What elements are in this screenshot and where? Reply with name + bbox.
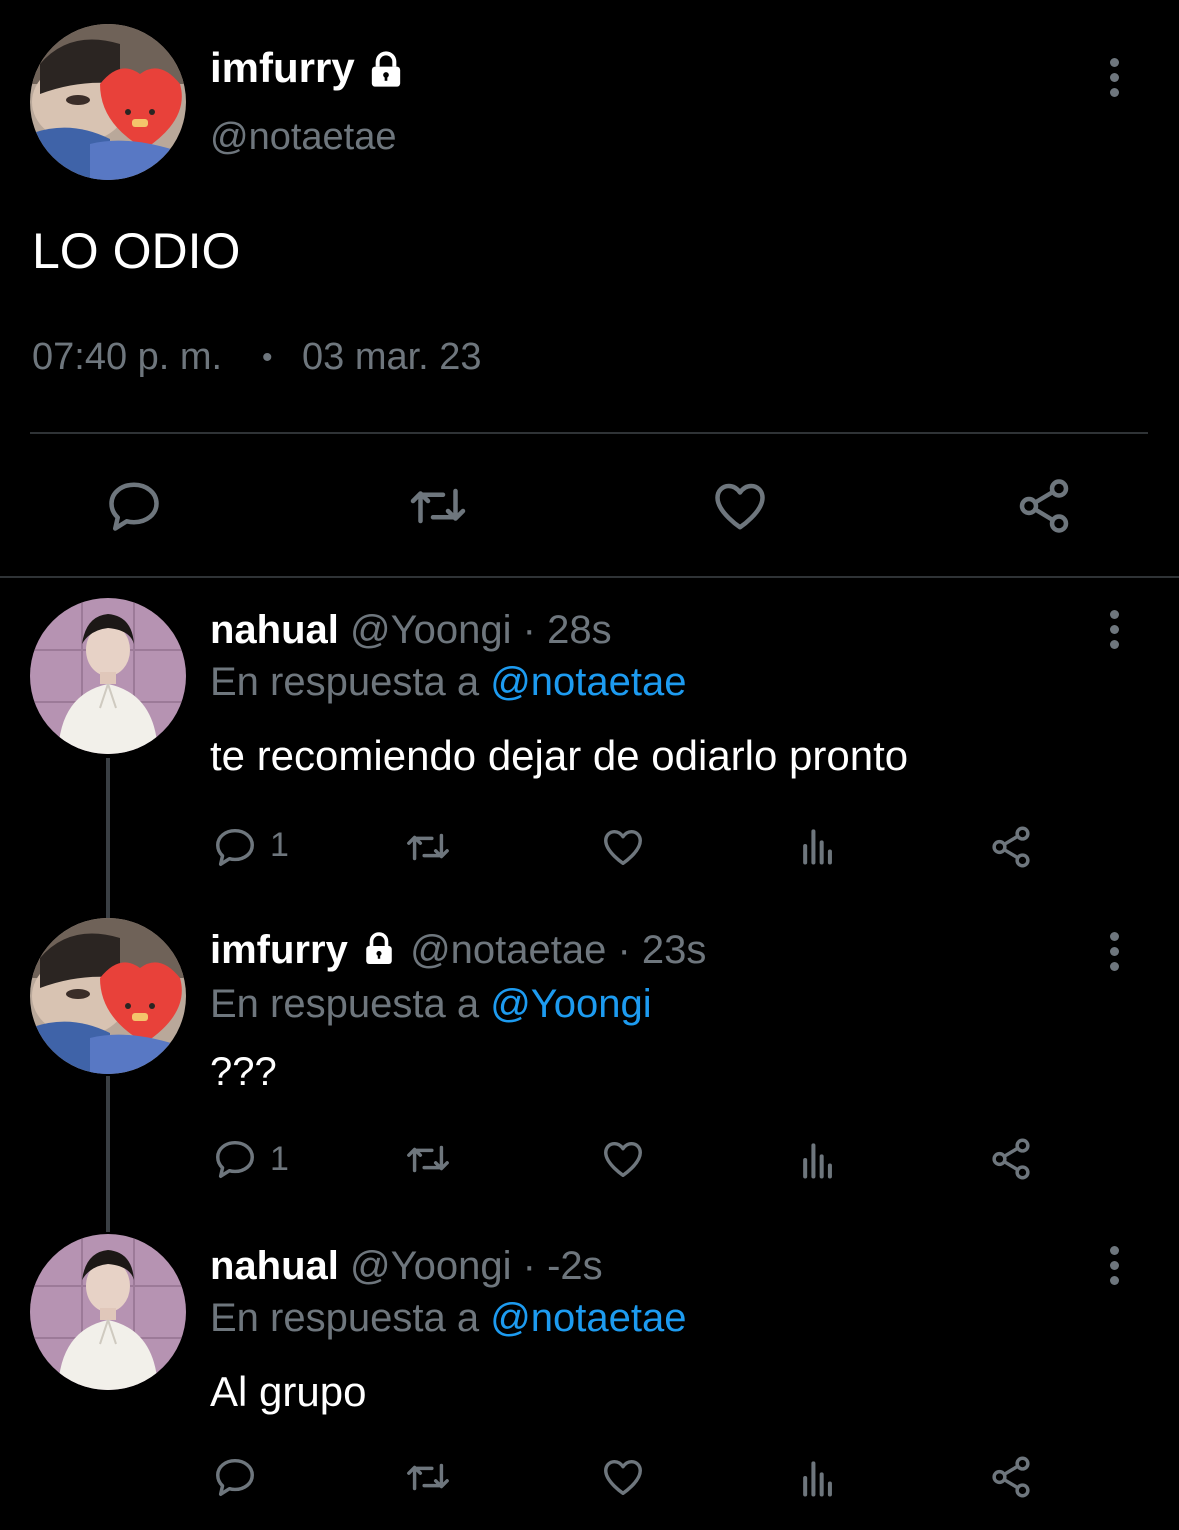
reply-to-label: En respuesta a [210, 1296, 480, 1340]
tweet-text: te recomiendo dejar de odiarlo pronto [210, 732, 909, 779]
reply-icon[interactable] [212, 1454, 258, 1500]
avatar[interactable] [30, 918, 186, 1074]
tweet-time: · 23s [617, 928, 707, 972]
analytics-icon[interactable] [796, 824, 840, 868]
reply-to-link[interactable]: @notaetae [490, 1296, 686, 1340]
like-icon[interactable] [600, 1454, 646, 1500]
author-handle[interactable]: @notaetae [210, 116, 397, 159]
thread-line [106, 1076, 110, 1232]
reply-icon[interactable] [212, 1136, 258, 1182]
more-options-icon[interactable] [1110, 1246, 1120, 1291]
share-icon[interactable] [1014, 476, 1074, 536]
tweet-text: ??? [210, 1050, 277, 1094]
like-icon[interactable] [600, 1136, 646, 1182]
analytics-icon[interactable] [796, 1138, 840, 1182]
tweet-time: · 28s [522, 608, 612, 652]
tweet-text: Al grupo [210, 1368, 367, 1415]
tweet-date: 03 mar. 23 [302, 336, 482, 378]
reply-icon[interactable] [104, 476, 164, 536]
reply-to-label: En respuesta a [210, 660, 480, 704]
retweet-icon[interactable] [404, 1136, 452, 1182]
divider [0, 576, 1179, 578]
retweet-icon[interactable] [404, 1454, 452, 1500]
reply-to-label: En respuesta a [210, 982, 480, 1026]
author-handle[interactable]: @Yoongi [350, 1244, 511, 1288]
lock-icon [364, 50, 408, 90]
like-icon[interactable] [600, 824, 646, 870]
lock-icon [359, 931, 399, 967]
time-separator: • [262, 341, 273, 374]
reply-to-link[interactable]: @Yoongi [490, 982, 651, 1026]
tweet-time: 07:40 p. m. [32, 336, 223, 378]
reply-icon[interactable] [212, 824, 258, 870]
reply-count: 1 [270, 826, 289, 864]
author-display-name[interactable]: nahual [210, 608, 339, 652]
share-icon[interactable] [988, 824, 1034, 870]
reply-count: 1 [270, 1140, 289, 1178]
author-handle[interactable]: @Yoongi [350, 608, 511, 652]
share-icon[interactable] [988, 1454, 1034, 1500]
divider [30, 432, 1148, 434]
analytics-icon[interactable] [796, 1456, 840, 1500]
author-display-name[interactable]: nahual [210, 1244, 339, 1288]
avatar[interactable] [30, 598, 186, 754]
avatar[interactable] [30, 24, 186, 180]
more-options-icon[interactable] [1110, 610, 1120, 655]
share-icon[interactable] [988, 1136, 1034, 1182]
tweet-time: · -2s [522, 1244, 603, 1288]
retweet-icon[interactable] [408, 476, 468, 536]
author-handle[interactable]: @notaetae [410, 928, 606, 972]
more-options-icon[interactable] [1110, 932, 1120, 977]
like-icon[interactable] [710, 476, 770, 536]
retweet-icon[interactable] [404, 824, 452, 870]
author-display-name[interactable]: imfurry [210, 44, 355, 92]
thread-line [106, 758, 110, 918]
reply-to-link[interactable]: @notaetae [490, 660, 686, 704]
tweet-text: LO ODIO [32, 223, 241, 279]
avatar[interactable] [30, 1234, 186, 1390]
author-display-name[interactable]: imfurry [210, 928, 348, 972]
more-options-icon[interactable] [1110, 58, 1120, 103]
